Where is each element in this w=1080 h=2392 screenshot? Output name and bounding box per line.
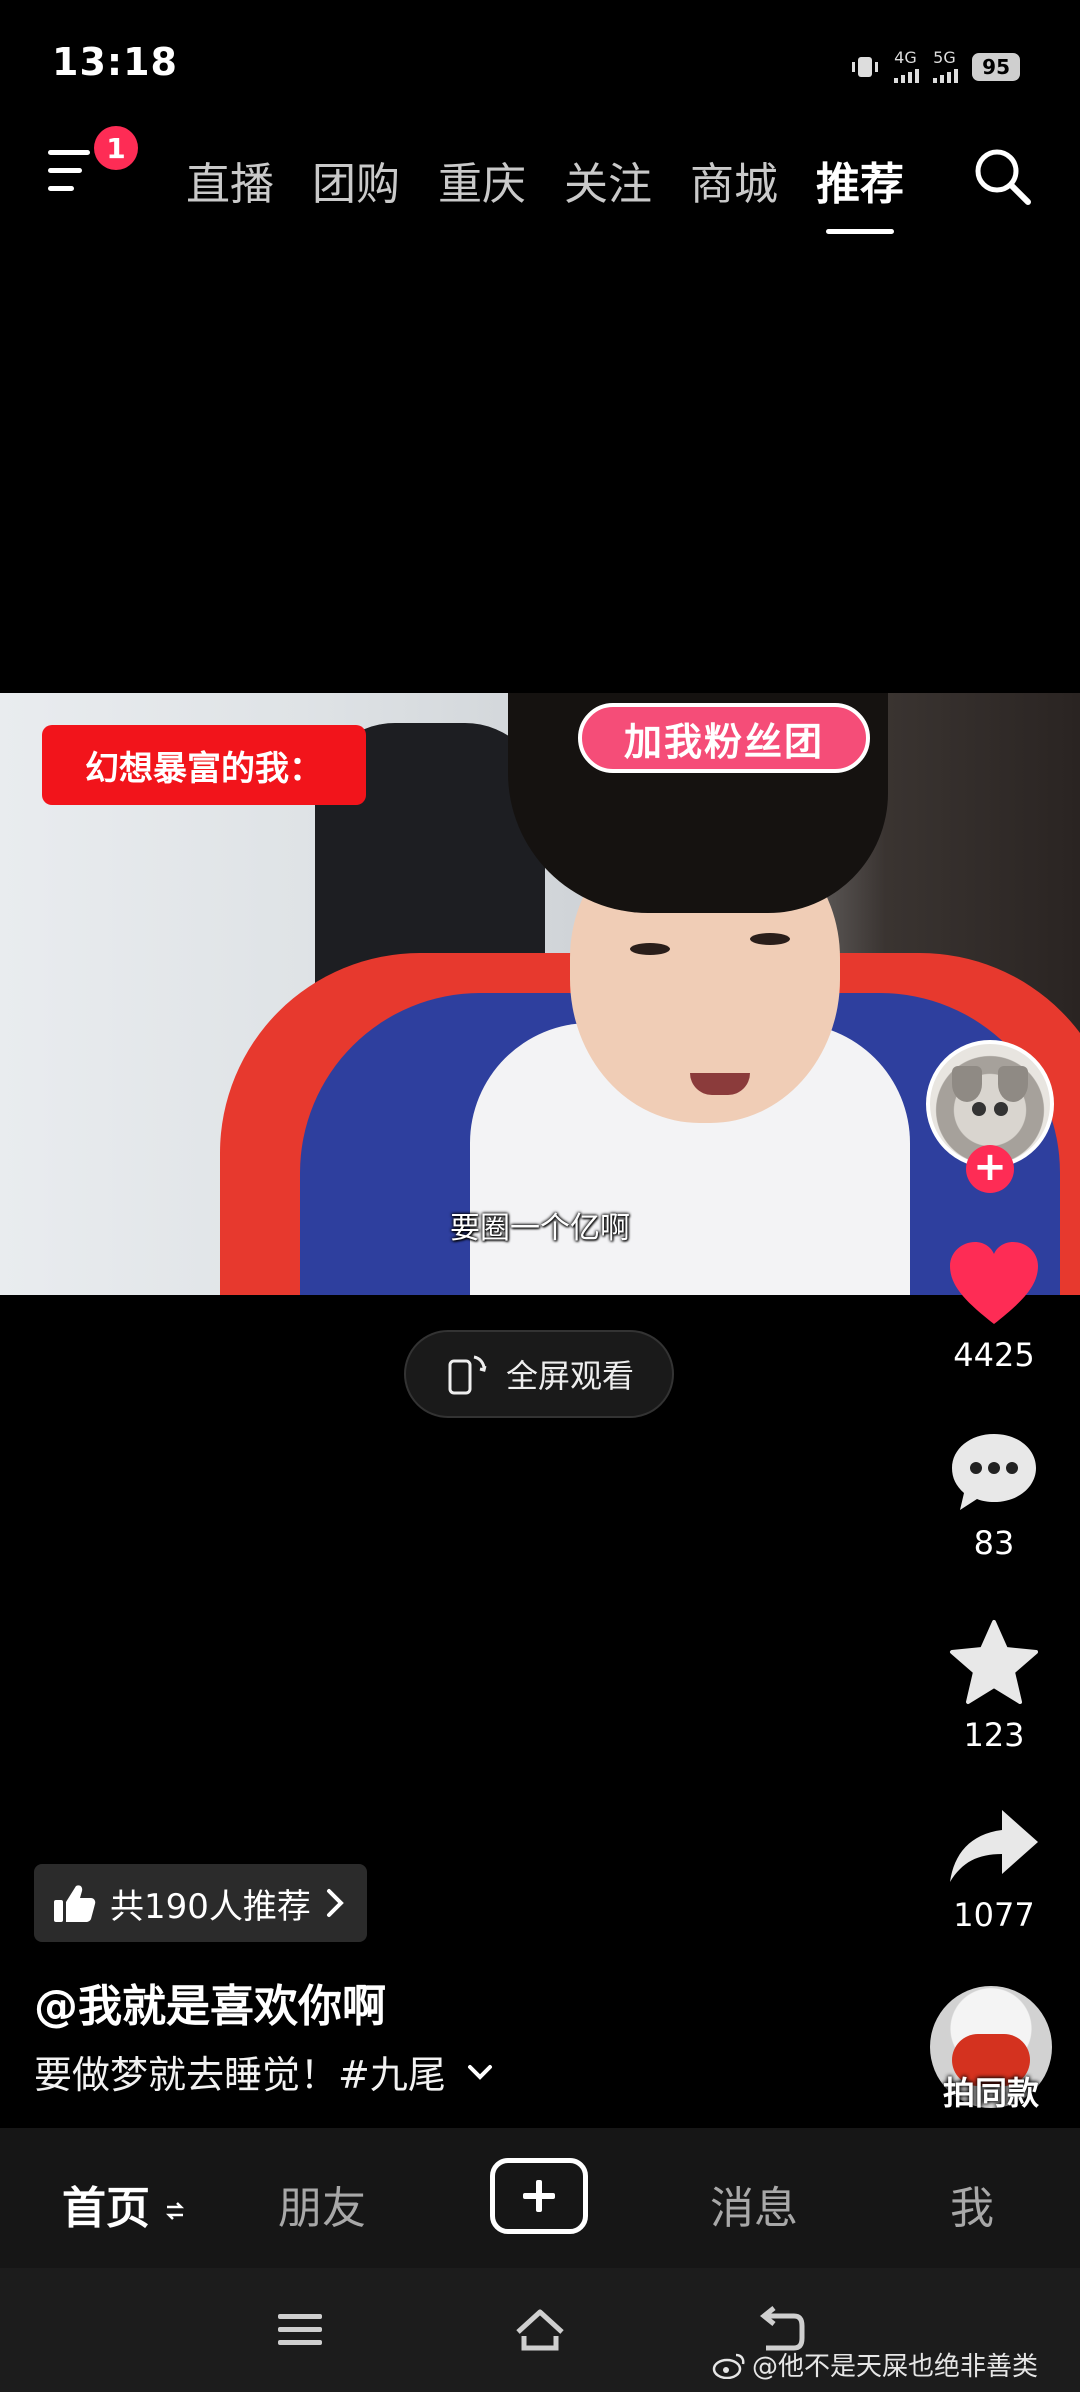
favorite-count: 123: [963, 1716, 1025, 1754]
fullscreen-label: 全屏观看: [505, 1357, 634, 1395]
recommend-text: 共190人推荐: [110, 1886, 311, 1927]
tab-messages[interactable]: 消息: [710, 2172, 798, 2236]
plus-icon: [523, 2180, 555, 2212]
notification-badge: 1: [94, 126, 138, 170]
avatar-cat-ear-right: [998, 1066, 1028, 1102]
battery-indicator: 95: [972, 52, 1020, 81]
weibo-watermark: @他不是天屎也绝非善类: [712, 2346, 1038, 2383]
status-time: 13:18: [52, 40, 178, 84]
tab-home-label: 首页: [62, 2183, 150, 2234]
video-player[interactable]: 加我粉丝团 幻想暴富的我： 要圈一个亿啊: [0, 693, 1080, 1295]
star-icon: [950, 1620, 1038, 1704]
avatar-cat-eye-right: [994, 1102, 1008, 1116]
comment-button[interactable]: 83: [930, 1430, 1058, 1562]
recommend-chip[interactable]: 共190人推荐: [34, 1864, 367, 1942]
video-eye-left: [630, 943, 670, 955]
comment-count: 83: [973, 1524, 1015, 1562]
vibrate-icon: [852, 56, 879, 77]
tab-live[interactable]: 直播: [186, 148, 274, 212]
share-arrow-icon: [950, 1810, 1038, 1882]
recent-apps-icon[interactable]: [272, 2302, 328, 2358]
create-post-button[interactable]: [490, 2158, 588, 2234]
video-headband: 加我粉丝团: [578, 703, 870, 773]
signal-4g-icon: 4G: [894, 50, 920, 83]
share-button[interactable]: 1077: [930, 1806, 1058, 1934]
tab-me[interactable]: 我: [950, 2172, 994, 2236]
tab-city[interactable]: 重庆: [438, 148, 526, 212]
status-icons: 4G 5G 95: [850, 50, 1020, 83]
tab-following[interactable]: 关注: [564, 148, 652, 212]
thumbs-up-icon: [54, 1885, 96, 1922]
share-count: 1077: [953, 1896, 1035, 1934]
heart-icon: [950, 1242, 1038, 1324]
top-tabs: 直播 团购 重庆 关注 商城 推荐: [186, 148, 904, 234]
video-eye-right: [750, 933, 790, 945]
watermark-text: @他不是天屎也绝非善类: [752, 2352, 1039, 2382]
author-name[interactable]: @我就是喜欢你啊: [34, 1970, 386, 2034]
tab-group-buy[interactable]: 团购: [312, 148, 400, 212]
comment-icon: [952, 1434, 1036, 1510]
menu-icon[interactable]: [48, 148, 96, 194]
same-style-label[interactable]: 拍同款: [930, 2068, 1052, 2114]
like-button[interactable]: 4425: [930, 1240, 1058, 1374]
home-icon[interactable]: [512, 2302, 568, 2358]
video-subtitle: 要圈一个亿啊: [450, 1211, 630, 1246]
switch-arrows-icon: [166, 2202, 185, 2220]
tab-friends[interactable]: 朋友: [278, 2172, 366, 2236]
signal-5g-icon: 5G: [933, 50, 959, 83]
rotate-phone-icon: [448, 1355, 487, 1395]
favorite-button[interactable]: 123: [930, 1618, 1058, 1754]
avatar-cat-eye-left: [972, 1102, 986, 1116]
post-description[interactable]: 要做梦就去睡觉！#九尾: [34, 2044, 494, 2099]
avatar-cat-ear-left: [952, 1066, 982, 1102]
chevron-down-icon[interactable]: [466, 2062, 494, 2082]
tab-mall[interactable]: 商城: [690, 148, 778, 212]
video-caption: 幻想暴富的我：: [42, 725, 366, 805]
tab-recommend[interactable]: 推荐: [816, 148, 904, 234]
tab-home[interactable]: 首页: [62, 2172, 185, 2236]
follow-plus-button[interactable]: +: [966, 1145, 1014, 1193]
description-text: 要做梦就去睡觉！#九尾: [34, 2053, 446, 2097]
search-icon[interactable]: [970, 144, 1034, 208]
weibo-logo-icon: [712, 2353, 745, 2379]
chevron-right-icon: [326, 1889, 344, 1917]
like-count: 4425: [953, 1336, 1035, 1374]
fullscreen-button[interactable]: 全屏观看: [404, 1330, 674, 1418]
